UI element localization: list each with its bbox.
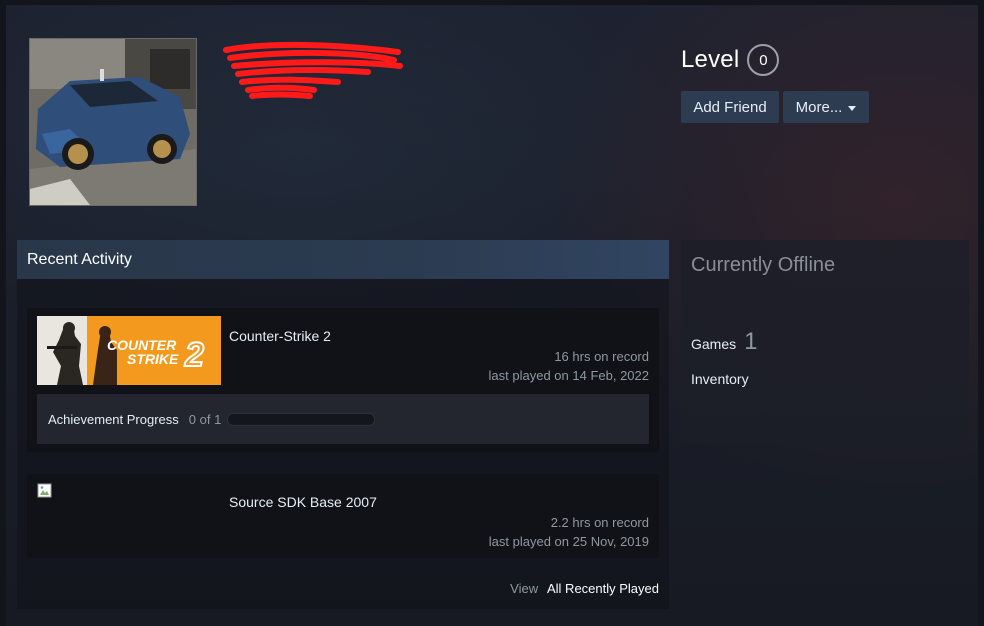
last-played: last played on 25 Nov, 2019 bbox=[488, 534, 649, 549]
right-border bbox=[978, 0, 984, 626]
add-friend-label: Add Friend bbox=[693, 98, 767, 116]
level-badge[interactable]: 0 bbox=[747, 44, 780, 76]
achievement-count: 0 of 1 bbox=[188, 411, 222, 427]
achievement-progress-bar bbox=[227, 412, 376, 426]
svg-text:STRIKE: STRIKE bbox=[127, 351, 179, 367]
last-played: last played on 14 Feb, 2022 bbox=[488, 368, 649, 383]
game-name-link[interactable]: Counter-Strike 2 bbox=[229, 328, 331, 344]
game-row: Source SDK Base 2007 2.2 hrs on record l… bbox=[27, 474, 659, 558]
add-friend-button[interactable]: Add Friend bbox=[681, 91, 779, 123]
more-label: More... bbox=[795, 98, 843, 116]
counter-strike-capsule-icon: COUNTER STRIKE 2 bbox=[37, 316, 221, 385]
more-button[interactable]: More... bbox=[783, 91, 869, 123]
svg-text:2: 2 bbox=[184, 336, 204, 374]
game-capsule-image[interactable]: COUNTER STRIKE 2 bbox=[37, 316, 221, 385]
level-row: Level 0 bbox=[681, 44, 780, 76]
level-label: Level bbox=[681, 46, 740, 73]
broken-image-icon[interactable] bbox=[37, 483, 53, 499]
caret-down-icon bbox=[848, 105, 857, 111]
online-status: Currently Offline bbox=[691, 254, 836, 276]
avatar-car-image bbox=[30, 39, 196, 205]
hours-on-record: 16 hrs on record bbox=[554, 349, 649, 364]
achievement-label: Achievement Progress bbox=[48, 411, 179, 427]
recent-activity-header: Recent Activity bbox=[17, 240, 669, 279]
view-all-row: View All Recently Played bbox=[510, 581, 659, 596]
games-link[interactable]: Games 1 bbox=[691, 328, 757, 356]
recent-activity-title: Recent Activity bbox=[27, 250, 132, 268]
recent-activity-panel: Recent Activity COUNTER STRIKE 2 Counter… bbox=[17, 240, 669, 609]
games-label: Games bbox=[691, 336, 737, 352]
game-row: COUNTER STRIKE 2 Counter-Strike 2 16 hrs… bbox=[27, 308, 659, 452]
all-recently-played-link[interactable]: All Recently Played bbox=[547, 581, 659, 596]
inventory-link[interactable]: Inventory bbox=[691, 371, 749, 387]
avatar[interactable] bbox=[29, 38, 197, 206]
games-count: 1 bbox=[744, 328, 758, 355]
game-name-link[interactable]: Source SDK Base 2007 bbox=[229, 494, 377, 510]
achievement-progress-box[interactable]: Achievement Progress 0 of 1 bbox=[37, 394, 649, 444]
top-border bbox=[0, 0, 984, 5]
profile-sidebar: Currently Offline Games 1 Inventory bbox=[681, 240, 969, 443]
left-border bbox=[0, 0, 6, 626]
view-label: View bbox=[510, 581, 539, 596]
profile-page: Level 0 Add Friend More... Recent Activi… bbox=[0, 0, 984, 626]
redacted-name-scribble bbox=[223, 41, 403, 99]
hours-on-record: 2.2 hrs on record bbox=[550, 515, 649, 530]
